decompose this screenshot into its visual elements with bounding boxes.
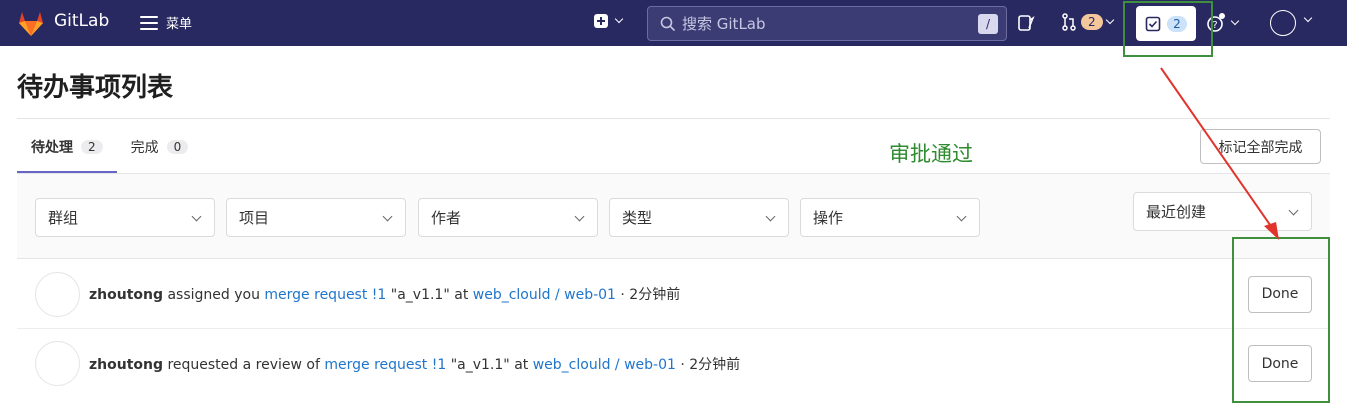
todo-project-link[interactable]: web_clould / web-01 [533, 357, 676, 373]
dropdown-label: 操作 [813, 209, 844, 227]
mark-all-done-button[interactable]: 标记全部完成 [1200, 129, 1321, 164]
search-shortcut-key: / [978, 14, 998, 34]
tab-pending[interactable]: 待处理 2 [17, 125, 117, 173]
chevron-down-icon [1288, 205, 1299, 216]
annotation-box-todos [1123, 1, 1213, 57]
annotation-label: 审批通过 [889, 142, 973, 166]
todo-time: · 2分钟前 [620, 287, 681, 303]
avatar[interactable] [35, 271, 80, 317]
search-icon [660, 16, 676, 31]
merge-request-icon [1062, 13, 1076, 31]
chevron-down-icon [574, 211, 585, 222]
gitlab-logo-icon[interactable] [16, 9, 46, 37]
todo-author[interactable]: zhoutong [89, 287, 163, 303]
menu-label: 菜单 [166, 17, 193, 32]
issues-icon[interactable] [1017, 14, 1035, 32]
merge-requests-button[interactable]: 2 [1061, 13, 1114, 31]
todo-action: requested a review of [167, 356, 320, 373]
filter-bar: 群组 项目 作者 类型 操作 最近创建 [17, 173, 1330, 259]
menu-button[interactable]: 菜单 [140, 13, 192, 32]
group-filter-dropdown[interactable]: 群组 [35, 198, 215, 237]
todo-author[interactable]: zhoutong [89, 357, 163, 373]
dropdown-label: 最近创建 [1146, 203, 1207, 221]
avatar[interactable] [35, 341, 80, 386]
annotation-box-done-buttons [1232, 237, 1330, 403]
todo-target-link[interactable]: merge request !1 [324, 357, 446, 373]
todo-target-link[interactable]: merge request !1 [264, 287, 386, 303]
project-filter-dropdown[interactable]: 项目 [226, 198, 406, 237]
hamburger-icon [140, 15, 158, 30]
todo-at: at [514, 356, 529, 373]
chevron-down-icon [1230, 16, 1240, 26]
tab-done[interactable]: 完成 0 [117, 125, 203, 169]
chevron-down-icon [765, 211, 776, 222]
chevron-down-icon [614, 14, 624, 24]
brand-name[interactable]: GitLab [54, 11, 109, 31]
merge-requests-count-badge: 2 [1081, 14, 1103, 30]
author-filter-dropdown[interactable]: 作者 [418, 198, 598, 237]
search-placeholder: 搜索 GitLab [682, 15, 766, 33]
chevron-down-icon [191, 211, 202, 222]
action-filter-dropdown[interactable]: 操作 [800, 198, 980, 237]
todo-text: zhoutong assigned you merge request !1 "… [89, 284, 680, 304]
todo-action: assigned you [167, 287, 260, 303]
divider [17, 118, 1330, 119]
svg-text:?: ? [1212, 20, 1217, 31]
todo-tabs: 待处理 2 完成 0 [17, 125, 202, 173]
chevron-down-icon [956, 211, 967, 222]
todo-title: "a_v1.1" [450, 356, 510, 373]
dropdown-label: 作者 [431, 209, 462, 227]
chevron-down-icon [1105, 15, 1114, 25]
new-item-button[interactable] [594, 14, 624, 28]
todo-text: zhoutong requested a review of merge req… [89, 354, 740, 374]
user-avatar[interactable] [1270, 10, 1296, 36]
type-filter-dropdown[interactable]: 类型 [609, 198, 789, 237]
chevron-down-icon [382, 211, 393, 222]
todo-title: "a_v1.1" [390, 287, 450, 303]
todo-project-link[interactable]: web_clould / web-01 [473, 287, 616, 303]
todo-time: · 2分钟前 [680, 356, 741, 373]
todo-item[interactable]: zhoutong requested a review of merge req… [17, 329, 1330, 398]
tab-label: 完成 [130, 140, 159, 156]
dropdown-label: 项目 [239, 209, 270, 227]
todo-at: at [454, 287, 469, 303]
chevron-down-icon[interactable] [1303, 13, 1313, 23]
dropdown-label: 群组 [48, 209, 79, 227]
todo-item[interactable]: zhoutong assigned you merge request !1 "… [17, 260, 1330, 329]
dropdown-label: 类型 [622, 209, 653, 227]
sort-dropdown[interactable]: 最近创建 [1133, 192, 1312, 231]
search-input[interactable]: 搜索 GitLab / [647, 6, 1007, 41]
tab-label: 待处理 [31, 140, 73, 156]
plus-square-icon [594, 14, 608, 28]
page-title: 待办事项列表 [17, 73, 174, 103]
tab-count-badge: 0 [166, 140, 189, 154]
tab-count-badge: 2 [81, 140, 103, 154]
